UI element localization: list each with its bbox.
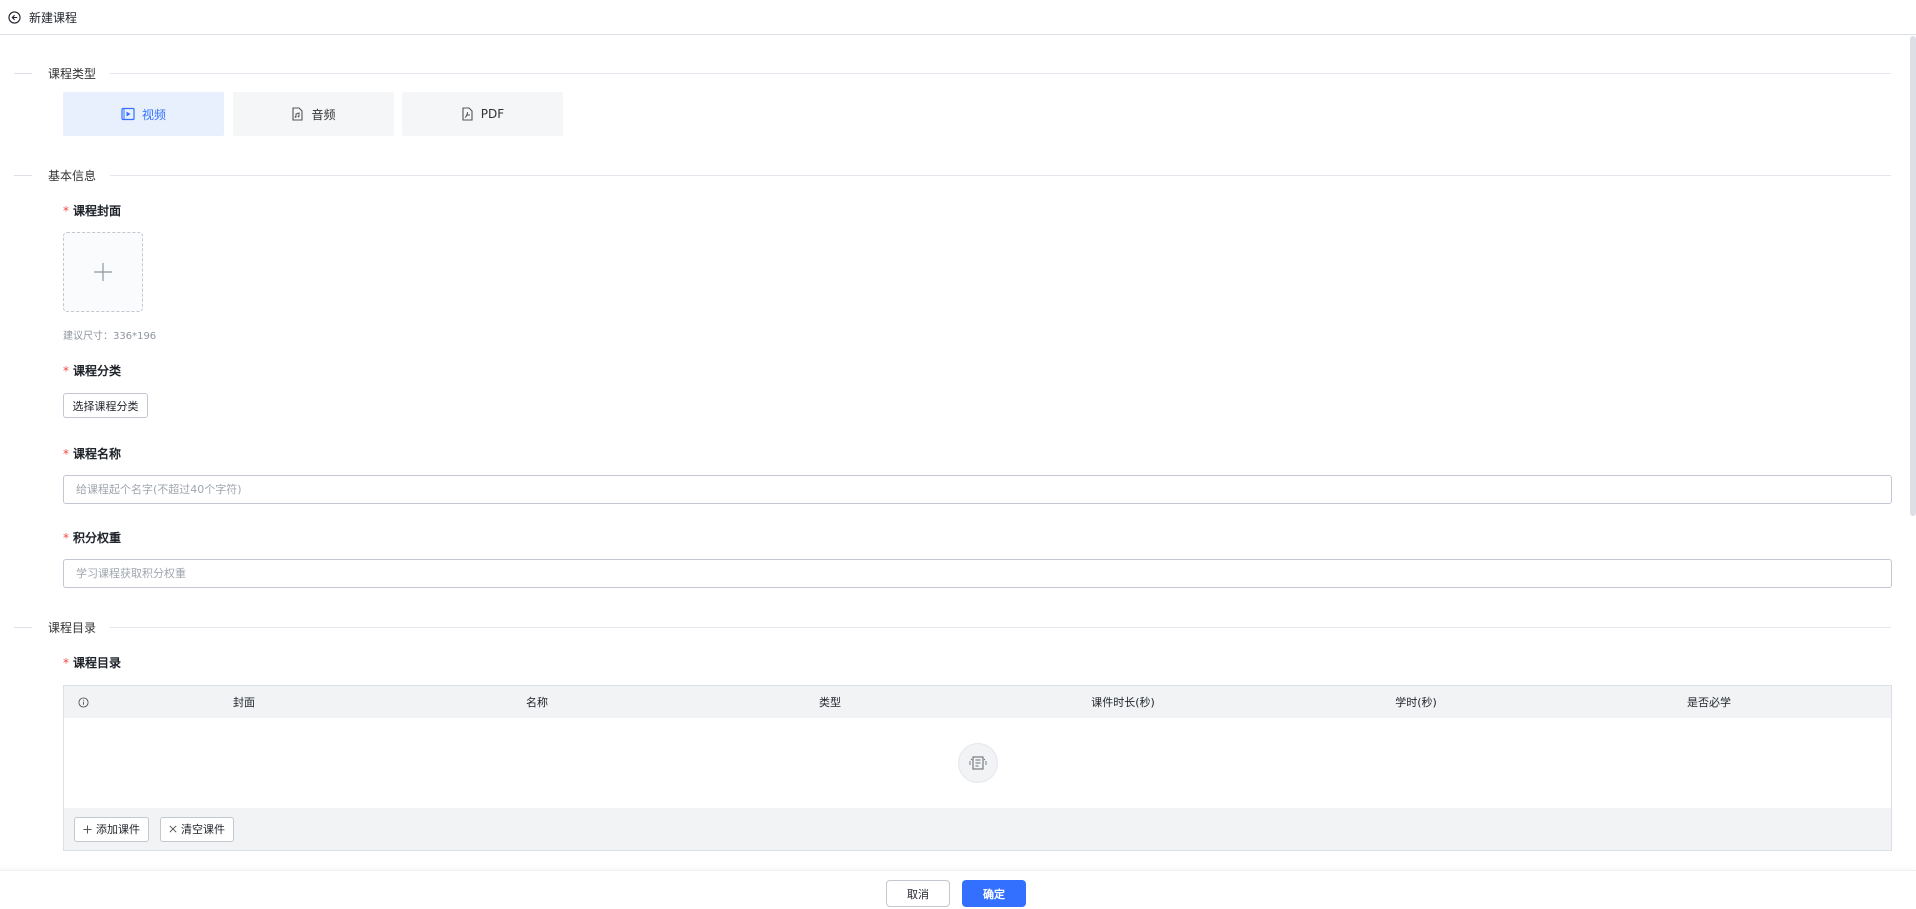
catalog-label: * 课程目录 <box>63 656 122 670</box>
plus-icon <box>83 824 92 834</box>
pdf-file-icon <box>462 107 473 121</box>
type-pdf-button[interactable]: PDF <box>402 92 563 136</box>
plus-icon <box>94 263 112 281</box>
add-courseware-button[interactable]: 添加课件 <box>74 816 149 842</box>
back-arrow-icon[interactable] <box>7 10 21 24</box>
section-title: 课程类型 <box>48 66 97 81</box>
cover-label: * 课程封面 <box>63 204 122 218</box>
page-title: 新建课程 <box>29 10 78 25</box>
catalog-table: 封面 名称 类型 课件时长(秒) 学时(秒) 是否必学 添加课件 清空课件 <box>63 685 1892 851</box>
button-label: 清空课件 <box>181 823 225 836</box>
category-label: * 课程分类 <box>63 364 122 378</box>
section-title: 课程目录 <box>48 620 97 635</box>
info-icon[interactable] <box>76 686 90 718</box>
section-title: 基本信息 <box>48 168 97 183</box>
confirm-button[interactable]: 确定 <box>962 880 1026 907</box>
cover-upload[interactable] <box>63 232 143 312</box>
type-label: 音频 <box>311 107 336 122</box>
type-label: 视频 <box>141 107 166 122</box>
video-icon <box>121 107 135 121</box>
column-header-required: 是否必学 <box>1687 696 1731 709</box>
table-empty-state <box>64 718 1891 808</box>
course-name-label: * 课程名称 <box>63 447 122 461</box>
column-header-duration: 课件时长(秒) <box>1091 696 1155 709</box>
section-header-basic-info: 基本信息 <box>14 165 1891 185</box>
points-weight-input[interactable] <box>63 559 1892 588</box>
points-weight-label: * 积分权重 <box>63 531 122 545</box>
empty-box-icon <box>957 743 998 783</box>
cancel-button[interactable]: 取消 <box>886 880 950 907</box>
top-bar: 新建课程 <box>0 0 1916 35</box>
vertical-scrollbar[interactable] <box>1910 36 1916 516</box>
column-header-type: 类型 <box>819 696 841 709</box>
column-header-cover: 封面 <box>233 696 255 709</box>
column-header-study-time: 学时(秒) <box>1395 696 1437 709</box>
footer-bar <box>0 870 1916 909</box>
section-header-course-type: 课程类型 <box>14 63 1891 83</box>
table-header: 封面 名称 类型 课件时长(秒) 学时(秒) 是否必学 <box>64 686 1891 718</box>
button-label: 添加课件 <box>96 823 140 836</box>
column-header-name: 名称 <box>526 696 548 709</box>
audio-file-icon <box>292 107 304 121</box>
type-audio-button[interactable]: 音频 <box>233 92 394 136</box>
course-name-input[interactable] <box>63 475 1892 504</box>
clear-courseware-button[interactable]: 清空课件 <box>160 816 234 842</box>
type-video-button[interactable]: 视频 <box>63 92 224 136</box>
table-footer: 添加课件 清空课件 <box>64 808 1891 850</box>
select-category-button[interactable]: 选择课程分类 <box>63 393 148 418</box>
type-label: PDF <box>480 107 505 121</box>
cover-size-hint: 建议尺寸：336*196 <box>63 331 157 342</box>
close-icon <box>169 825 177 833</box>
section-header-catalog: 课程目录 <box>14 617 1891 637</box>
